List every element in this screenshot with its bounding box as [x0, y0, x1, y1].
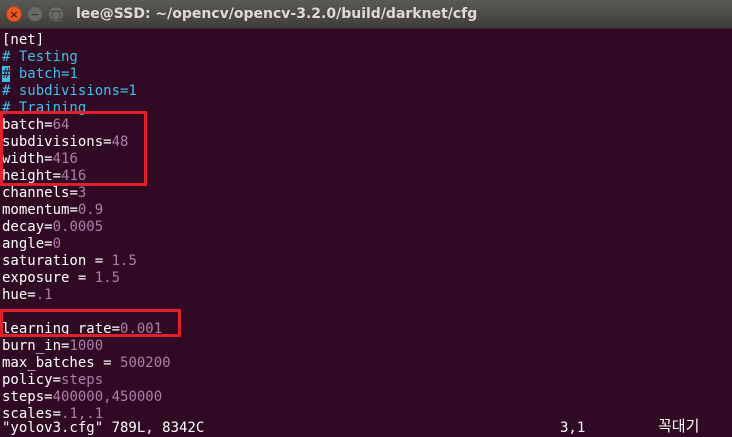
editor-line: max_batches = 500200	[2, 355, 171, 372]
editor-line: # subdivisions=1	[2, 83, 137, 100]
editor-line: angle=0	[2, 236, 61, 253]
editor-line: saturation = 1.5	[2, 253, 137, 270]
config-key: angle	[2, 236, 45, 252]
editor-line: momentum=0.9	[2, 202, 103, 219]
editor-line: [net]	[2, 32, 44, 49]
comment-text: # subdivisions=1	[2, 83, 137, 99]
highlight-box-learning-rate	[0, 309, 181, 337]
maximize-icon: □	[50, 7, 62, 21]
minimize-button[interactable]: −	[27, 6, 43, 22]
window-title: lee@SSD: ~/opencv/opencv-3.2.0/build/dar…	[76, 6, 478, 22]
editor-line: # batch=1	[2, 66, 78, 83]
status-cursor-position: 3,1	[560, 420, 586, 436]
close-icon: ×	[9, 7, 19, 21]
status-file-info: "yolov3.cfg" 789L, 8342C	[2, 420, 205, 436]
comment-text: batch=1	[10, 66, 78, 82]
config-separator: =	[44, 219, 53, 235]
config-key: channels	[2, 185, 70, 201]
config-value: 0	[52, 236, 62, 252]
config-separator: =	[52, 372, 62, 388]
window-titlebar: × − □ lee@SSD: ~/opencv/opencv-3.2.0/bui…	[0, 0, 732, 29]
config-key: decay	[2, 219, 45, 235]
minimize-icon: −	[30, 7, 40, 21]
config-value: 1.5	[111, 253, 137, 269]
config-separator: =	[69, 185, 78, 201]
editor-line: hue=.1	[2, 287, 53, 304]
highlight-box-training-params	[0, 111, 147, 186]
config-separator: =	[94, 355, 121, 371]
editor-line: steps=400000,450000	[2, 389, 162, 406]
config-value: 3	[77, 185, 87, 201]
editor-line: # Testing	[2, 49, 78, 66]
config-value: 0.0005	[52, 219, 104, 235]
config-value: 1.5	[94, 270, 121, 286]
config-separator: =	[44, 236, 53, 252]
terminal-editor[interactable]: [net] # Testing # batch=1 # subdivisions=1 #…	[0, 30, 732, 437]
editor-line: channels=3	[2, 185, 86, 202]
comment-text: # Testing	[2, 49, 78, 65]
editor-line: decay=0.0005	[2, 219, 103, 236]
close-button[interactable]: ×	[6, 6, 22, 22]
editor-line: exposure = 1.5	[2, 270, 120, 287]
config-key: max_batches	[2, 355, 95, 371]
config-key: hue	[2, 287, 28, 303]
config-key: policy	[2, 372, 53, 388]
status-scroll-position: 꼭대기	[658, 417, 700, 435]
config-value: steps	[61, 372, 104, 388]
config-separator: =	[86, 253, 112, 269]
config-separator: =	[44, 389, 53, 405]
config-separator: =	[69, 202, 78, 218]
config-key: exposure	[2, 270, 70, 286]
editor-line: burn_in=1000	[2, 338, 103, 355]
config-key: saturation	[2, 253, 87, 269]
editor-line: policy=steps	[2, 372, 103, 389]
config-value: 0.9	[77, 202, 104, 218]
config-value: 500200	[120, 355, 171, 371]
config-value: 1000	[69, 338, 104, 354]
config-key: burn_in	[2, 338, 62, 354]
config-key: momentum	[2, 202, 70, 218]
config-key: steps	[2, 389, 45, 405]
config-separator: =	[27, 287, 36, 303]
config-value: .1	[35, 287, 53, 303]
plain-text: [net]	[2, 32, 45, 48]
config-separator: =	[69, 270, 95, 286]
maximize-button[interactable]: □	[48, 6, 64, 22]
config-value: 400000,450000	[52, 389, 163, 405]
